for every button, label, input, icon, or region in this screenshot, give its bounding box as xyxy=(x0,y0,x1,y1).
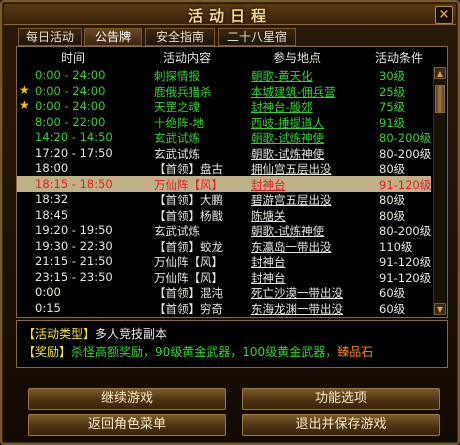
continue-game-button[interactable]: 继续游戏 xyxy=(28,388,226,410)
row-time: 19:30 - 22:30 xyxy=(35,238,113,253)
window-title: 活动日程 xyxy=(187,7,272,25)
schedule-table: 时间 活动内容 参与地点 活动条件 0:00 - 24:00 刺探情报 朝歌-黄天化… xyxy=(16,46,448,318)
table-row[interactable]: 17:20 - 17:50 玄武试炼 朝歌-试炼神使 80-200级 xyxy=(17,145,431,161)
close-button[interactable]: × xyxy=(435,6,453,24)
table-row[interactable]: 21:15 - 21:50 万仙阵【风】 封神台 91-120级 xyxy=(17,253,431,269)
row-time: 18:45 xyxy=(35,207,69,222)
header-activity: 活动内容 xyxy=(163,51,212,65)
row-time: 0:00 - 24:00 xyxy=(35,68,106,82)
row-time: 8:00 - 22:00 xyxy=(35,114,106,129)
scroll-down-arrow-icon[interactable]: ▼ xyxy=(434,303,446,315)
tab-daily-activities[interactable]: 每日活动 xyxy=(18,28,82,46)
row-condition: 60级 xyxy=(379,301,406,316)
table-row[interactable]: 18:00 【首领】盘古 拥仙宫五层出没 80级 xyxy=(17,160,431,176)
tab-bulletin-board[interactable]: 公告牌 xyxy=(84,28,142,46)
row-time: 0:00 xyxy=(35,285,61,299)
table-row[interactable]: 18:45 【首领】杨戬 陈塘关 80级 xyxy=(17,207,431,223)
scrollbar[interactable]: ▲ ▼ xyxy=(433,67,446,315)
row-time: 0:00 - 24:00 xyxy=(35,83,106,98)
activity-type-label: 【活动类型】 xyxy=(23,327,96,341)
function-options-button[interactable]: 功能选项 xyxy=(242,388,440,410)
header-location: 参与地点 xyxy=(273,51,322,65)
table-header: 时间 活动内容 参与地点 活动条件 xyxy=(17,47,447,65)
row-time: 18:15 - 18:50 xyxy=(35,176,113,191)
table-row[interactable]: 19:20 - 19:50 玄武试炼 朝歌-试炼神使 80-200级 xyxy=(17,222,431,238)
tab-safety-guide[interactable]: 安全指南 xyxy=(145,28,215,46)
row-time: 19:20 - 19:50 xyxy=(35,223,113,237)
title-bar: 活动日程 × xyxy=(4,4,456,25)
table-row[interactable]: ★ 0:00 - 24:00 天罡之魂 封神台-殷郊 75级 xyxy=(17,98,431,114)
row-time: 21:15 - 21:50 xyxy=(35,254,113,268)
reward-highlight: 臻品石 xyxy=(337,345,374,359)
star-icon: ★ xyxy=(19,82,30,97)
table-row[interactable]: 23:15 - 23:50 万仙阵【风】 封神台 91-120级 xyxy=(17,269,431,285)
tab-28-constellations[interactable]: 二十八星宿 xyxy=(218,28,296,46)
table-row[interactable]: 14:20 - 14:50 玄武试炼 朝歌-试炼神使 80-200级 xyxy=(17,129,431,145)
scroll-up-arrow-icon[interactable]: ▲ xyxy=(434,67,446,79)
activity-type-value: 多人竞技副本 xyxy=(95,327,168,341)
row-time: 18:00 xyxy=(35,161,69,175)
row-time: 23:15 - 23:50 xyxy=(35,269,113,284)
table-row[interactable]: 0:00 【首领】混沌 死亡沙漠一带出没 60级 xyxy=(17,284,431,300)
table-row[interactable]: 19:30 - 22:30 【首领】蛟龙 东瀛岛一带出没 110级 xyxy=(17,238,431,254)
row-time: 0:00 - 24:00 xyxy=(35,99,106,113)
scroll-thumb[interactable] xyxy=(435,85,445,113)
row-time: 18:32 xyxy=(35,192,69,206)
row-time: 17:20 - 17:50 xyxy=(35,145,113,160)
reward-line: 【奖励】杀怪高额奖励，90级黄金武器，100级黄金武器，臻品石 xyxy=(23,343,373,360)
table-row[interactable]: 18:15 - 18:50 万仙阵【风】 封神台 91-120级 xyxy=(17,175,431,192)
row-location-link[interactable]: 东海龙渊一带出没 xyxy=(251,301,343,317)
header-condition: 活动条件 xyxy=(375,51,424,65)
row-time: 0:15 xyxy=(35,300,61,315)
row-time: 14:20 - 14:50 xyxy=(35,130,113,144)
table-row[interactable]: 18:32 【首领】大鹏 碧游宫五层出没 80级 xyxy=(17,191,431,207)
exit-save-game-button[interactable]: 退出并保存游戏 xyxy=(242,414,440,436)
reward-text: 杀怪高额奖励，90级黄金武器，100级黄金武器， xyxy=(71,345,338,359)
reward-label: 【奖励】 xyxy=(23,345,72,359)
activity-schedule-window: 活动日程 × 每日活动 公告牌 安全指南 二十八星宿 时间 活动内容 参与地点 … xyxy=(0,0,460,445)
activity-info-panel: 【活动类型】多人竞技副本 【奖励】杀怪高额奖励，90级黄金武器，100级黄金武器… xyxy=(16,320,448,368)
activity-type-line: 【活动类型】多人竞技副本 xyxy=(23,325,167,342)
row-activity: 【首领】穷奇 xyxy=(154,301,223,316)
header-time: 时间 xyxy=(61,51,86,65)
table-row[interactable]: 0:00 - 24:00 刺探情报 朝歌-黄天化 30级 xyxy=(17,67,431,83)
table-row[interactable]: 8:00 - 22:00 十绝阵-地 西岐-捶提道人 91级 xyxy=(17,114,431,130)
table-row[interactable]: ★ 0:00 - 24:00 鹿俄兵猎杀 本城建筑-佣兵营 25级 xyxy=(17,83,431,99)
star-icon: ★ xyxy=(19,98,30,112)
table-row[interactable]: 0:15 【首领】穷奇 东海龙渊一带出没 60级 xyxy=(17,300,431,316)
return-role-menu-button[interactable]: 返回角色菜单 xyxy=(28,414,226,436)
